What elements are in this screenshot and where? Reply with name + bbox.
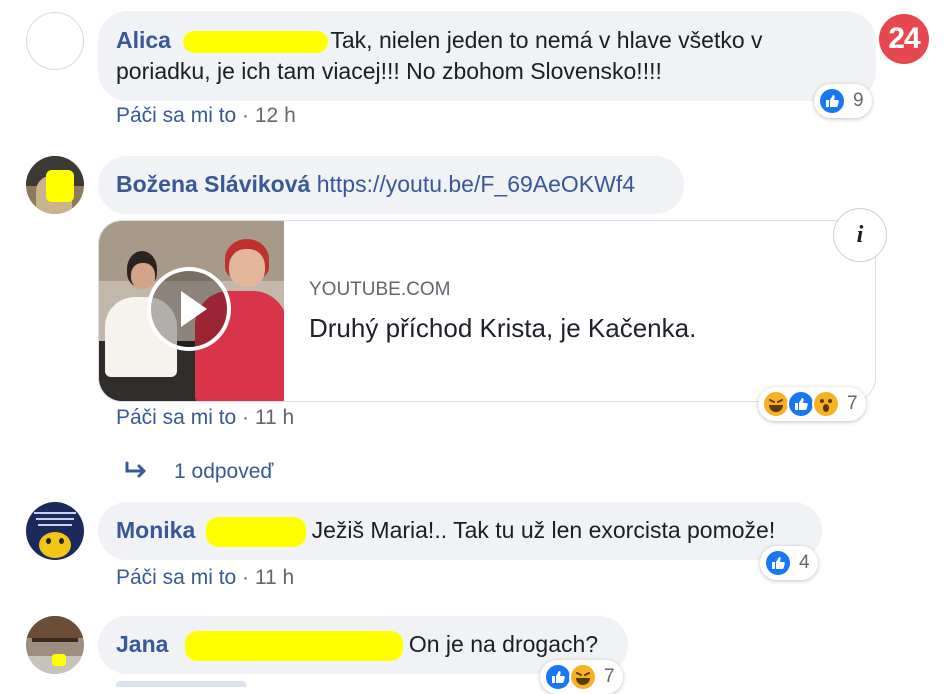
avatar[interactable] [26,12,84,70]
reaction-count: 9 [853,90,864,111]
timestamp[interactable]: · 12 h [236,104,296,127]
comment-meta: Páči sa mi to · 11 h [116,406,294,430]
comment-text: Ježiš Maria!.. Tak tu už len exorcista p… [311,517,776,543]
comment-author[interactable]: Jana [116,631,168,657]
comment-author[interactable]: Božena Sláviková [116,171,310,197]
reaction-count: 7 [847,393,858,414]
comment-text: poriadku, je ich tam viacej!!! No zbohom… [116,58,662,84]
avatar[interactable] [26,616,84,674]
avatar[interactable] [26,502,84,560]
like-icon [818,87,846,115]
haha-icon [762,390,790,418]
comment-bubble: Božena Sláviková https://youtu.be/F_69Ae… [98,156,684,214]
replies-count[interactable]: 1 odpoveď [174,460,273,484]
comment-meta: Páči sa mi to · 11 h [116,566,294,590]
like-link[interactable]: Páči sa mi to [116,104,236,127]
view-replies-link[interactable]: 1 odpoveď [124,460,273,484]
play-icon[interactable] [147,267,231,351]
comment-meta: Páči sa mi to · 12 h [116,104,296,128]
comment-author[interactable]: Monika [116,517,195,543]
reaction-count: 7 [604,666,615,687]
wow-icon [812,390,840,418]
comment-text: On je na drogach? [408,631,599,657]
reaction-count: 4 [799,552,810,573]
link-preview-card[interactable]: YOUTUBE.COM Druhý příchod Krista, je Kač… [98,220,876,402]
like-icon [764,549,792,577]
comment-bubble: Monika Ježiš Maria!.. Tak tu už len exor… [98,502,822,560]
video-thumbnail[interactable] [99,221,284,401]
like-link[interactable]: Páči sa mi to [116,406,236,429]
comment-bubble: Alica Tak, nielen jeden to nemá v hlave … [98,11,876,101]
info-button[interactable]: i [833,208,887,262]
reaction-summary[interactable]: 9 [814,84,872,118]
logo-text: 24 [888,22,920,55]
like-link[interactable]: Páči sa mi to [116,566,236,589]
comment-author[interactable]: Alica [116,27,171,53]
portal-logo[interactable]: 24 [879,14,929,64]
reaction-summary[interactable]: 4 [760,546,818,580]
timestamp[interactable]: · 11 h [236,406,294,429]
avatar[interactable] [26,156,84,214]
like-icon [787,390,815,418]
redaction [184,630,403,661]
redaction [183,30,329,53]
redaction [205,516,306,547]
reaction-summary[interactable]: 7 [540,660,623,694]
comment-meta-cutoff [116,681,316,687]
info-icon: i [856,221,864,248]
preview-title[interactable]: Druhý příchod Krista, je Kačenka. [309,313,696,344]
preview-source: YOUTUBE.COM [309,279,451,300]
timestamp[interactable]: · 11 h [236,566,294,589]
reaction-summary[interactable]: 7 [758,387,866,421]
reply-arrow-icon [125,461,146,478]
comment-text: Tak, nielen jeden to nemá v hlave všetko… [330,27,763,53]
comment-link[interactable]: https://youtu.be/F_69AeOKWf4 [317,171,635,197]
